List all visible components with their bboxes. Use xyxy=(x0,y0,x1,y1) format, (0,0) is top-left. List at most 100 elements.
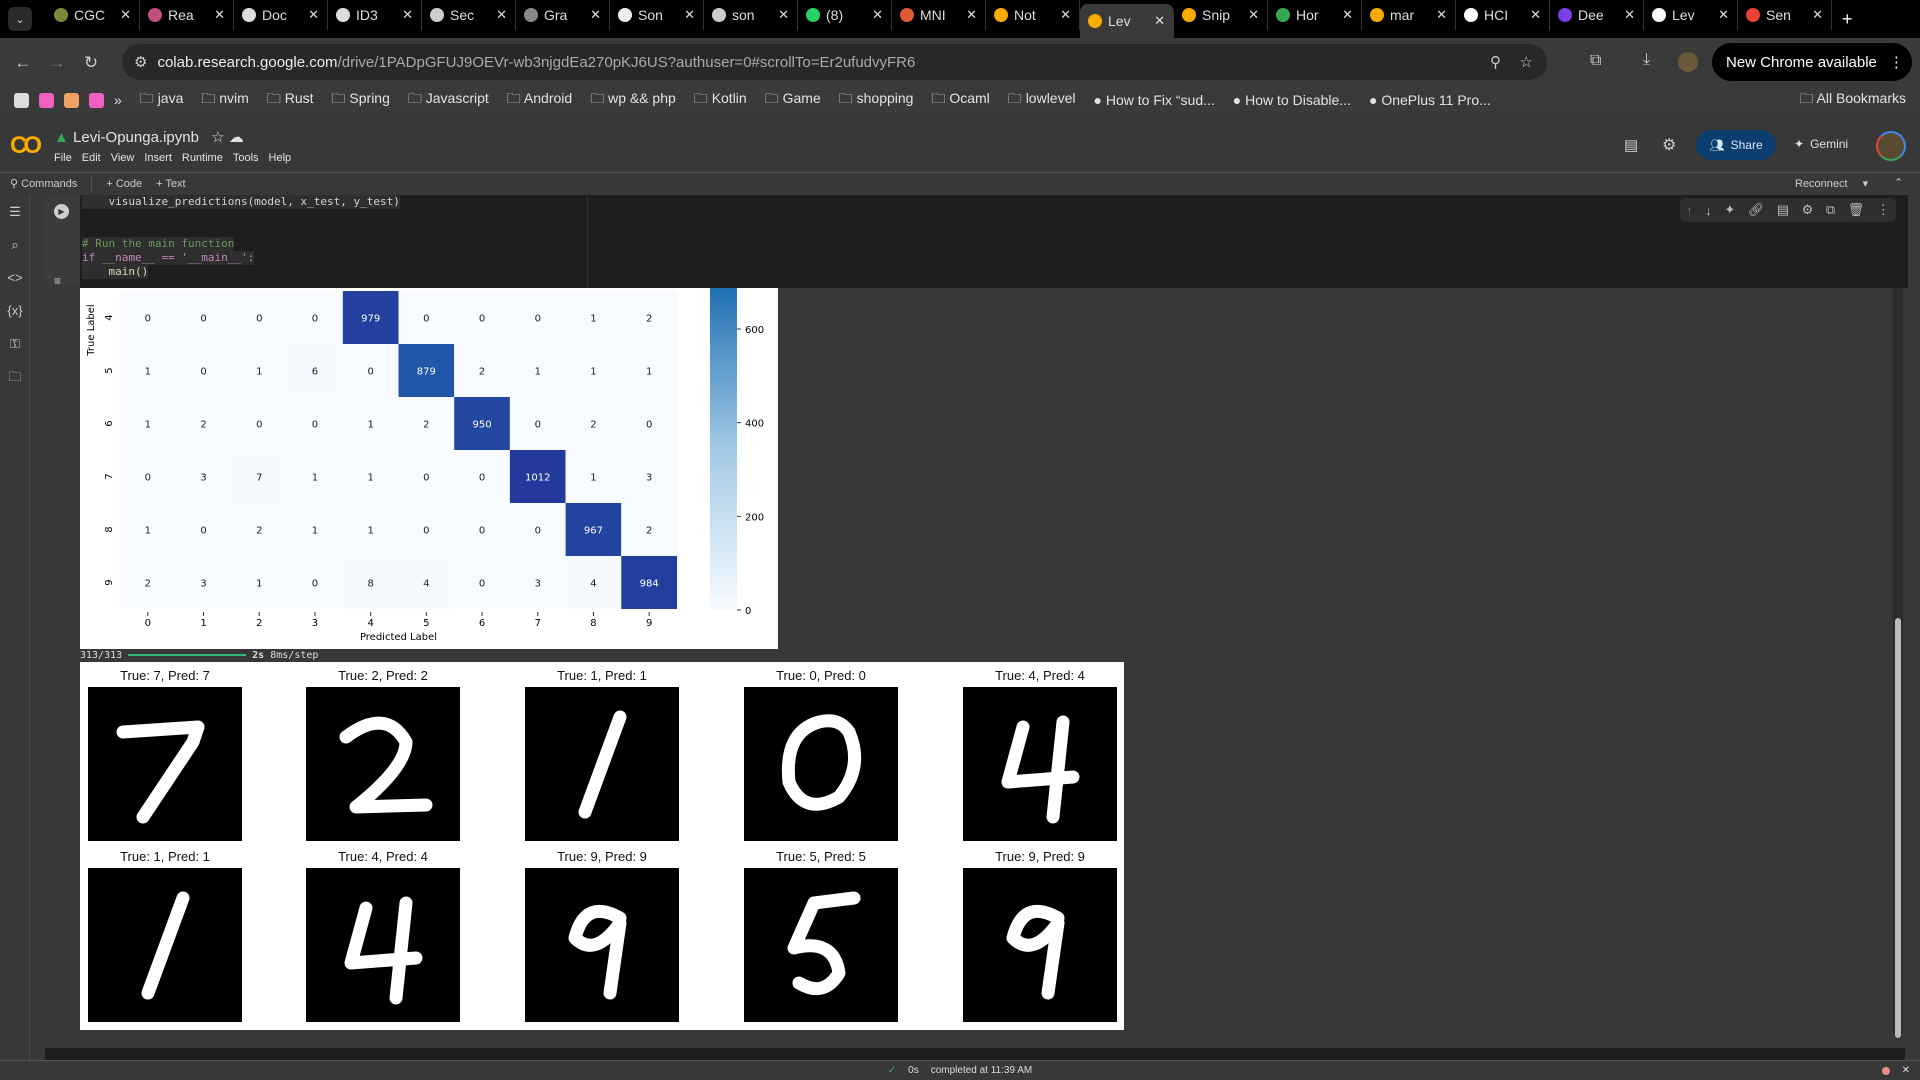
browser-tab[interactable]: (8) ✕ xyxy=(798,0,892,30)
tab-close-icon[interactable]: ✕ xyxy=(1248,7,1259,23)
browser-tab[interactable]: Sen ✕ xyxy=(1738,0,1832,30)
bookmark-item[interactable]: 🗀︎ Game xyxy=(765,88,821,112)
bookmark-app-icon[interactable] xyxy=(89,92,104,108)
delete-icon[interactable]: 🗑︎ xyxy=(1848,202,1865,218)
bookmark-item[interactable]: 🗀︎ lowlevel xyxy=(1008,88,1076,112)
browser-tab[interactable]: ID3 ✕ xyxy=(328,0,422,30)
tab-close-icon[interactable]: ✕ xyxy=(496,7,507,23)
bookmark-item[interactable]: 🗀︎ Spring xyxy=(332,88,390,112)
code-snippets-icon[interactable]: <> xyxy=(0,261,30,294)
share-button[interactable]: 👥︎ Share xyxy=(1696,130,1776,160)
browser-tab[interactable]: Son ✕ xyxy=(610,0,704,30)
comments-icon[interactable]: ▤ xyxy=(1624,136,1638,154)
menu-help[interactable]: Help xyxy=(269,152,292,164)
browser-tab[interactable]: MNI ✕ xyxy=(892,0,986,30)
move-down-icon[interactable]: ↓ xyxy=(1705,203,1712,218)
tab-close-icon[interactable]: ✕ xyxy=(1812,7,1823,23)
browser-tab[interactable]: Snip ✕ xyxy=(1174,0,1268,30)
browser-tab[interactable]: Not ✕ xyxy=(986,0,1080,30)
browser-tab[interactable]: Lev ✕ xyxy=(1644,0,1738,30)
notebook-title[interactable]: ▲ Levi-Opunga.ipynb ☆ ☁ xyxy=(54,128,244,146)
settings-icon[interactable]: ⚙ xyxy=(1662,135,1676,155)
zoom-icon[interactable]: ⚲ xyxy=(1490,53,1501,71)
gemini-button[interactable]: ✦ Gemini xyxy=(1794,137,1848,151)
tab-close-icon[interactable]: ✕ xyxy=(214,7,225,23)
tab-close-icon[interactable]: ✕ xyxy=(590,7,601,23)
profile-avatar[interactable] xyxy=(1678,52,1698,72)
link-icon[interactable]: 🔗︎ xyxy=(1748,202,1765,218)
browser-tab[interactable]: CGC ✕ xyxy=(46,0,140,30)
next-cell[interactable] xyxy=(45,1048,1905,1060)
add-code-button[interactable]: + Code xyxy=(106,178,142,190)
colab-logo[interactable]: CO xyxy=(10,132,42,160)
comment-icon[interactable]: ▤ xyxy=(1777,202,1789,218)
output-scrollbar[interactable] xyxy=(1893,288,1903,1038)
mirror-cell-icon[interactable]: ⧉ xyxy=(1826,202,1835,218)
star-icon[interactable]: ☆ xyxy=(211,129,224,146)
browser-tab[interactable]: Lev ✕ xyxy=(1080,4,1174,38)
extensions-icon[interactable]: ⧉ xyxy=(1590,52,1601,70)
account-avatar[interactable] xyxy=(1876,131,1906,161)
forward-button[interactable]: → xyxy=(40,53,74,73)
tab-close-icon[interactable]: ✕ xyxy=(402,7,413,23)
bookmark-item[interactable]: 🗀︎ Kotlin xyxy=(694,88,747,112)
bookmark-item[interactable]: ● OnePlus 11 Pro... xyxy=(1369,92,1491,108)
reconnect-button[interactable]: Reconnect ▾ xyxy=(1795,177,1868,190)
tab-close-icon[interactable]: ✕ xyxy=(1624,7,1635,23)
browser-tab[interactable]: Doc ✕ xyxy=(234,0,328,30)
bookmark-app-icon[interactable] xyxy=(64,92,79,108)
tab-close-icon[interactable]: ✕ xyxy=(308,7,319,23)
menu-tools[interactable]: Tools xyxy=(233,152,259,164)
bookmark-item[interactable]: 🗀︎ Android xyxy=(507,88,572,112)
gemini-cell-icon[interactable]: ✦ xyxy=(1724,202,1735,218)
code-cell-editor[interactable]: visualize_predictions(model, x_test, y_t… xyxy=(80,195,588,288)
site-info-icon[interactable]: ⚙ xyxy=(134,53,147,71)
find-icon[interactable]: ⌕ xyxy=(0,228,30,261)
tab-close-icon[interactable]: ✕ xyxy=(684,7,695,23)
bookmark-item[interactable]: 🗀︎ shopping xyxy=(839,88,914,112)
browser-tab[interactable]: Rea ✕ xyxy=(140,0,234,30)
reload-button[interactable]: ↻ xyxy=(74,53,108,73)
add-text-button[interactable]: + Text xyxy=(156,178,185,190)
more-icon[interactable]: ⋮ xyxy=(1877,202,1890,218)
browser-tab[interactable]: Hor ✕ xyxy=(1268,0,1362,30)
browser-tab[interactable]: Gra ✕ xyxy=(516,0,610,30)
bookmark-item[interactable]: 🗀︎ Rust xyxy=(267,88,314,112)
bookmark-item[interactable]: 🗀︎ Ocaml xyxy=(931,88,989,112)
menu-insert[interactable]: Insert xyxy=(144,152,172,164)
bookmark-item[interactable]: 🗀︎ Javascript xyxy=(408,88,489,112)
menu-runtime[interactable]: Runtime xyxy=(182,152,223,164)
browser-tab[interactable]: HCI ✕ xyxy=(1456,0,1550,30)
variables-icon[interactable]: {x} xyxy=(0,294,30,327)
output-options-icon[interactable]: ≡ xyxy=(54,274,79,288)
new-tab-button[interactable]: + xyxy=(1842,9,1853,30)
tab-close-icon[interactable]: ✕ xyxy=(966,7,977,23)
browser-tab[interactable]: mar ✕ xyxy=(1362,0,1456,30)
menu-file[interactable]: File xyxy=(54,152,72,164)
bookmark-item[interactable]: 🗀︎ java xyxy=(140,88,184,112)
bookmark-star-icon[interactable]: ☆ xyxy=(1520,53,1533,71)
browser-tab[interactable]: Sec ✕ xyxy=(422,0,516,30)
new-chrome-available-button[interactable]: New Chrome available ⋮ xyxy=(1712,43,1912,81)
tab-close-icon[interactable]: ✕ xyxy=(1154,13,1165,29)
files-folder-icon[interactable]: 🗀︎ xyxy=(0,360,30,393)
menu-view[interactable]: View xyxy=(111,152,135,164)
collapse-header-icon[interactable]: ⌃ xyxy=(1894,176,1903,189)
notebook-filename[interactable]: Levi-Opunga.ipynb xyxy=(73,129,199,146)
bookmark-item[interactable]: ● How to Disable... xyxy=(1233,92,1351,108)
bookmark-app-icon[interactable] xyxy=(39,92,54,108)
tab-close-icon[interactable]: ✕ xyxy=(1436,7,1447,23)
bookmark-item[interactable]: 🗀︎ wp && php xyxy=(590,88,676,112)
tab-close-icon[interactable]: ✕ xyxy=(1718,7,1729,23)
bookmark-item[interactable]: 🗀︎ nvim xyxy=(201,88,248,112)
download-icon[interactable]: ⤓ xyxy=(1643,51,1650,69)
move-up-icon[interactable]: ↑ xyxy=(1686,203,1693,218)
commands-button[interactable]: ⚲ Commands xyxy=(10,177,77,190)
browser-tab[interactable]: Dee ✕ xyxy=(1550,0,1644,30)
toc-icon[interactable]: ☰ xyxy=(0,195,30,228)
run-cell-button[interactable]: ▶ xyxy=(54,204,69,219)
bookmark-app-icon[interactable] xyxy=(14,92,29,108)
cell-settings-icon[interactable]: ⚙ xyxy=(1802,202,1814,218)
tab-close-icon[interactable]: ✕ xyxy=(1530,7,1541,23)
browser-tab[interactable]: son ✕ xyxy=(704,0,798,30)
